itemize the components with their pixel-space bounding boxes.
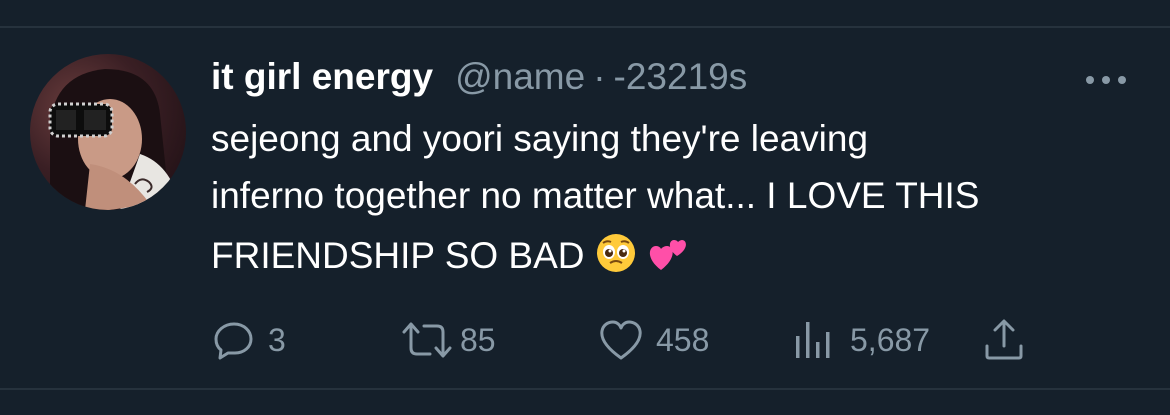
tweet-text-line-with-emoji: FRIENDSHIP SO BAD (211, 227, 1151, 290)
views-button[interactable]: 5,687 (792, 318, 930, 362)
tweet-text-line: sejeong and yoori saying they're leaving (211, 118, 869, 159)
timestamp[interactable]: -23219s (614, 56, 748, 98)
share-button[interactable] (982, 318, 1026, 362)
display-name[interactable]: it girl energy (211, 56, 433, 98)
views-count: 5,687 (850, 321, 931, 358)
like-count: 458 (656, 321, 710, 358)
tweet-text-line: FRIENDSHIP SO BAD (211, 235, 585, 276)
heart-icon (598, 318, 644, 362)
share-icon (982, 318, 1026, 362)
retweet-icon (400, 318, 454, 362)
retweet-button[interactable]: 85 (400, 318, 496, 362)
avatar-photo (48, 69, 186, 210)
user-handle[interactable]: @name (455, 56, 585, 98)
two-hearts-emoji-icon (647, 232, 689, 290)
tweet-header: it girl energy @name · -23219s (211, 56, 747, 106)
bottom-divider (0, 388, 1170, 390)
reply-count: 3 (268, 321, 286, 358)
tweet-text-line: inferno together no matter what... I LOV… (211, 175, 980, 216)
tweet-text: sejeong and yoori saying they're leaving… (211, 110, 1151, 290)
more-options-icon[interactable] (1086, 70, 1126, 90)
avatar[interactable] (30, 54, 186, 210)
like-button[interactable]: 458 (598, 318, 709, 362)
top-divider (0, 26, 1170, 28)
retweet-count: 85 (460, 321, 496, 358)
reply-button[interactable]: 3 (212, 318, 286, 362)
reply-icon (212, 318, 256, 362)
pleading-face-emoji-icon (595, 232, 637, 290)
views-bar-chart-icon (792, 318, 836, 362)
separator-dot: · (593, 56, 606, 97)
